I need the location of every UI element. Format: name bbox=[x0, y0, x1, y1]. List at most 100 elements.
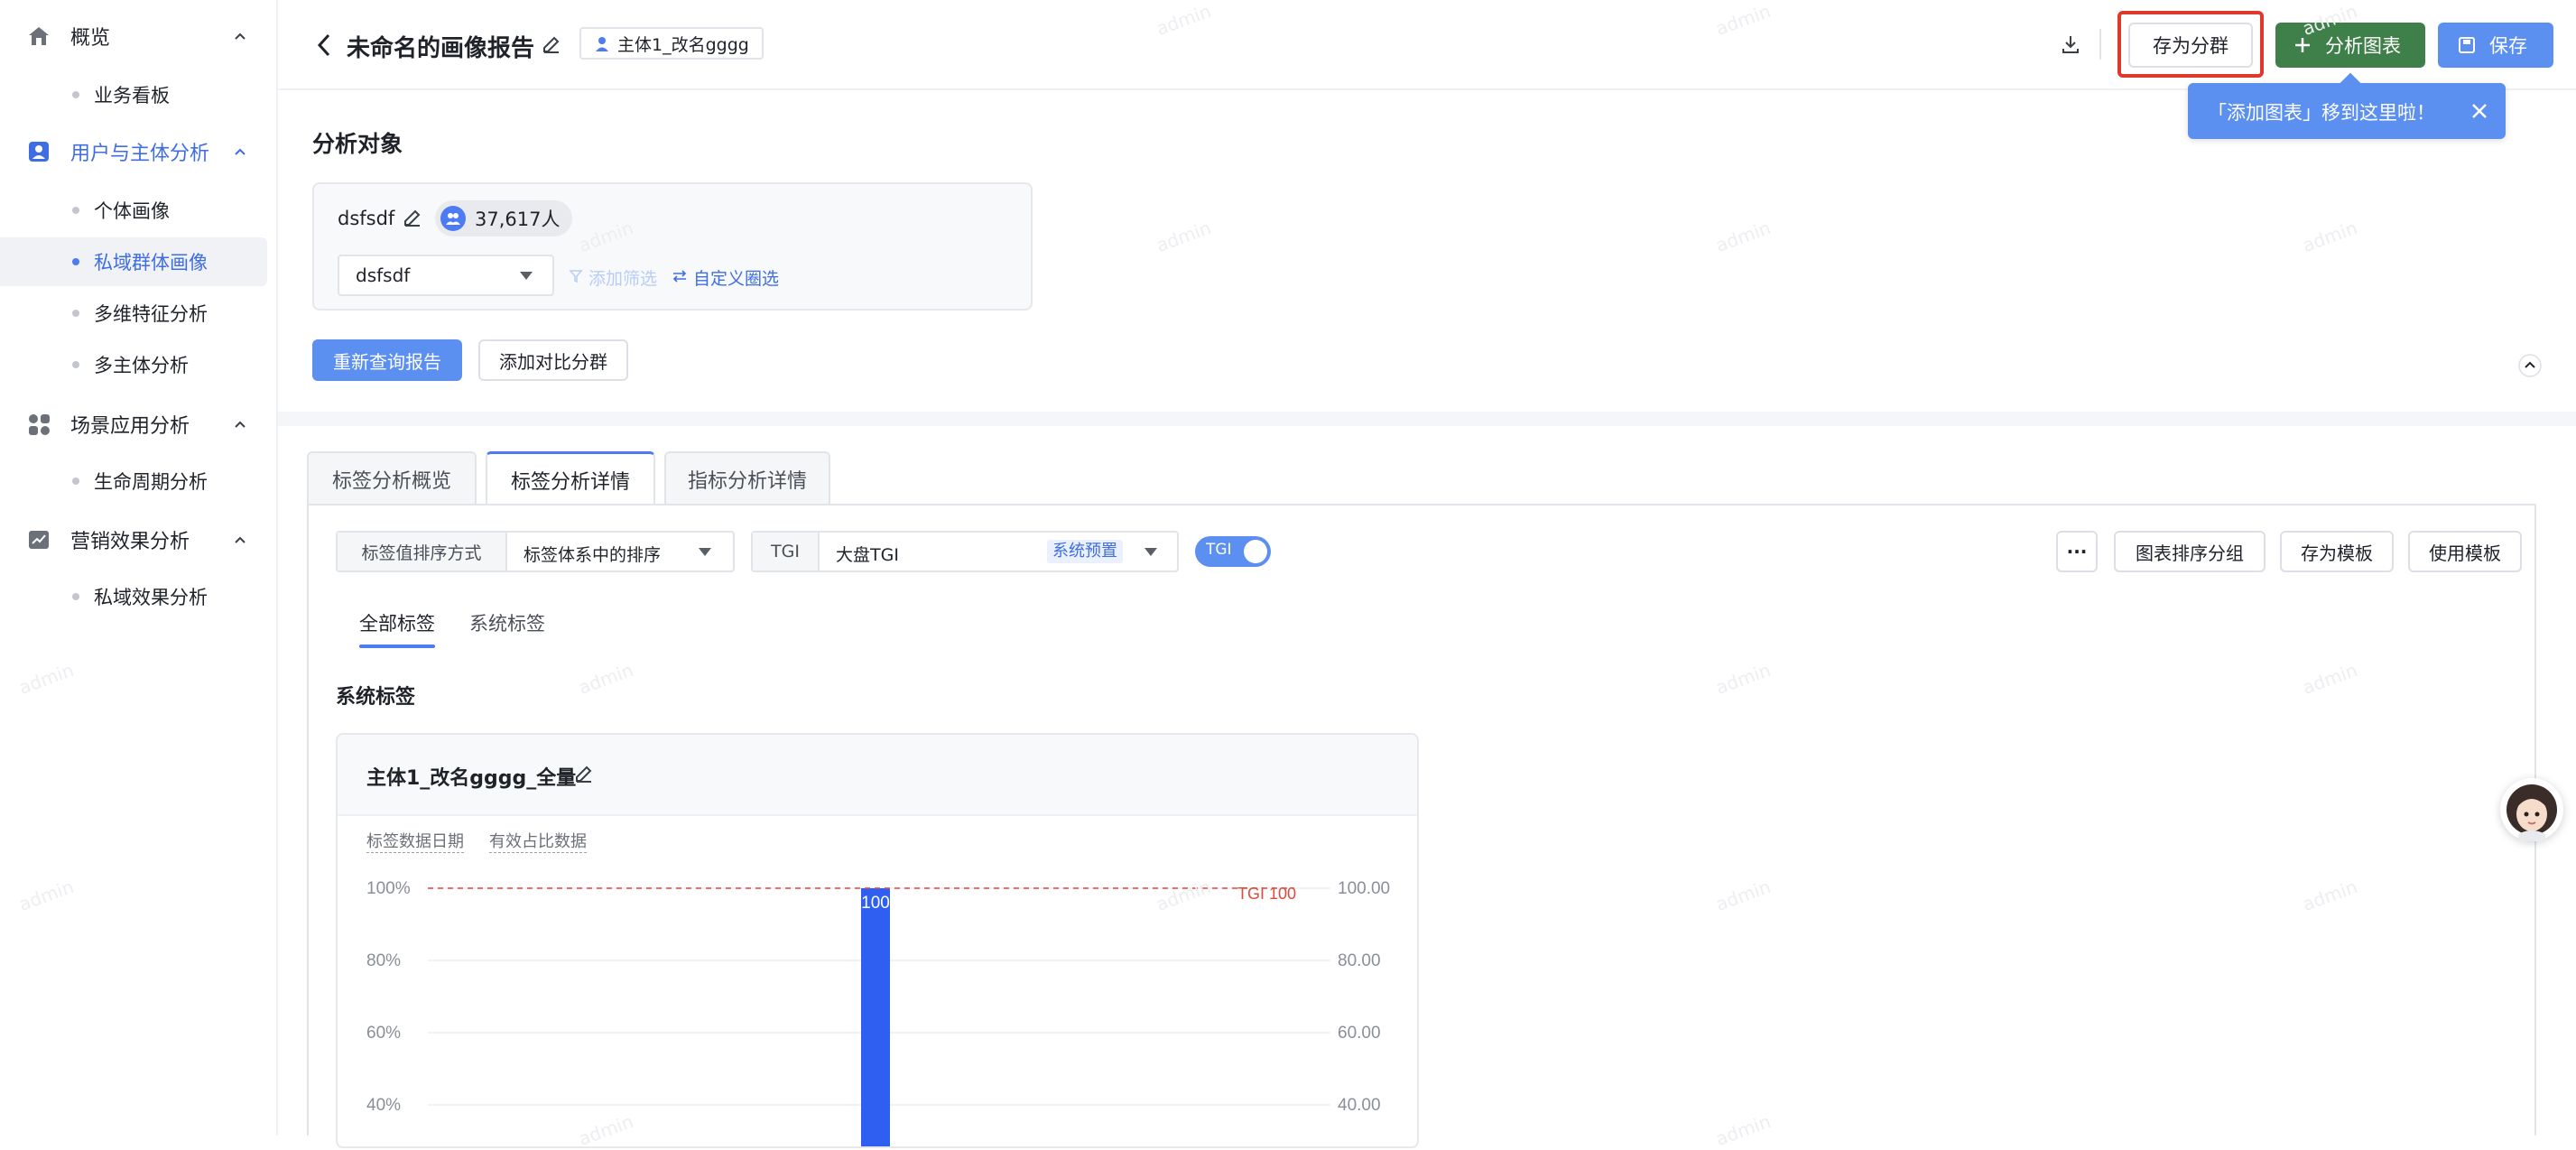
requery-report-button[interactable]: 重新查询报告 bbox=[312, 339, 462, 381]
sidebar-group-marketing[interactable]: 营销效果分析 bbox=[0, 513, 276, 567]
y-axis-tick-label-right: 60.00 bbox=[1338, 1024, 1381, 1043]
sidebar-item-multidim-analysis[interactable]: 多维特征分析 bbox=[0, 289, 267, 338]
tgi-reference-label: TGI 100 bbox=[1237, 885, 1296, 903]
subtab-system-tags[interactable]: 系统标签 bbox=[469, 609, 545, 636]
chevron-up-icon[interactable] bbox=[233, 533, 247, 547]
sidebar-item-dashboard[interactable]: 业务看板 bbox=[0, 70, 267, 119]
y-axis-tick-label-left: 80% bbox=[366, 951, 401, 970]
subtab-all-tags[interactable]: 全部标签 bbox=[359, 609, 435, 636]
valid-ratio-label[interactable]: 有效占比数据 bbox=[489, 829, 587, 853]
assistant-avatar[interactable] bbox=[2500, 778, 2563, 841]
sidebar-group-user-analysis[interactable]: 用户与主体分析 bbox=[0, 125, 276, 179]
save-disk-icon bbox=[2459, 37, 2475, 53]
sidebar-group-label: 营销效果分析 bbox=[70, 531, 190, 553]
sidebar-item-label: 个体画像 bbox=[94, 200, 170, 222]
y-axis-tick-label-right: 40.00 bbox=[1338, 1096, 1381, 1115]
tgi-select-group[interactable]: TGI 大盘TGI 系统预置 bbox=[751, 531, 1179, 572]
sidebar-item-label: 多维特征分析 bbox=[94, 303, 208, 325]
edit-pencil-icon[interactable] bbox=[403, 208, 422, 227]
sidebar-item-multi-subject[interactable]: 多主体分析 bbox=[0, 340, 267, 389]
edit-pencil-icon[interactable] bbox=[574, 764, 594, 784]
home-icon bbox=[25, 23, 52, 50]
grid-apps-icon bbox=[25, 411, 52, 438]
more-options-button[interactable]: ··· bbox=[2056, 531, 2098, 572]
segment-card: dsfsdf 37,617人 dsfsdf 添加筛选 自定义圈选 bbox=[312, 182, 1033, 311]
tag-data-date-label[interactable]: 标签数据日期 bbox=[366, 829, 464, 853]
tab-tag-overview[interactable]: 标签分析概览 bbox=[307, 451, 477, 505]
close-icon[interactable] bbox=[2469, 101, 2489, 121]
tgi-toggle-label: TGI bbox=[1206, 541, 1232, 559]
sidebar-group-label: 场景应用分析 bbox=[70, 415, 190, 438]
section-title-analysis-object: 分析对象 bbox=[312, 131, 403, 157]
back-arrow-icon[interactable] bbox=[316, 32, 332, 58]
bullet-dot bbox=[72, 207, 79, 214]
chevron-up-icon[interactable] bbox=[233, 417, 247, 431]
segment-name: dsfsdf bbox=[338, 208, 395, 229]
chevron-up-icon[interactable] bbox=[233, 29, 247, 43]
save-label: 保存 bbox=[2489, 35, 2527, 57]
toggle-knob bbox=[1244, 540, 1267, 563]
people-count-badge: 37,617人 bbox=[435, 200, 573, 236]
save-template-button[interactable]: 存为模板 bbox=[2280, 531, 2394, 572]
caret-down-icon bbox=[520, 272, 533, 280]
watermark: admin bbox=[2299, 217, 2360, 256]
tgi-toggle[interactable]: TGI bbox=[1195, 536, 1271, 567]
save-as-segment-button[interactable]: 存为分群 bbox=[2128, 23, 2253, 68]
collapse-up-icon[interactable] bbox=[2518, 354, 2542, 377]
edit-pencil-icon[interactable] bbox=[542, 34, 561, 54]
people-count: 37,617人 bbox=[475, 209, 561, 230]
sort-select-group[interactable]: 标签值排序方式 标签体系中的排序 bbox=[336, 531, 735, 572]
filter-icon bbox=[569, 270, 583, 283]
avatar-face-icon bbox=[2507, 784, 2557, 841]
sidebar-group-label: 概览 bbox=[70, 27, 111, 50]
y-axis-tick-label-right: 100.00 bbox=[1338, 879, 1390, 898]
add-filter-link[interactable]: 添加筛选 bbox=[588, 265, 657, 290]
save-button[interactable]: 保存 bbox=[2438, 23, 2553, 68]
y-axis-tick-label-left: 60% bbox=[366, 1024, 401, 1043]
subject-tag-label: 主体1_改名gggg bbox=[617, 34, 749, 55]
tgi-label: TGI bbox=[753, 533, 820, 570]
people-group-icon bbox=[440, 206, 466, 231]
swap-arrows-icon bbox=[672, 270, 687, 283]
bullet-dot bbox=[72, 310, 79, 317]
sidebar-item-private-group-portrait[interactable]: 私域群体画像 bbox=[0, 237, 267, 286]
bullet-dot bbox=[72, 478, 79, 485]
section-separator bbox=[278, 412, 2576, 426]
custom-select-link[interactable]: 自定义圈选 bbox=[693, 265, 779, 290]
chart-title: 主体1_改名gggg_全量 bbox=[366, 767, 577, 790]
segment-select-value: dsfsdf bbox=[356, 264, 411, 286]
y-axis-tick-label-left: 40% bbox=[366, 1096, 401, 1115]
sidebar-item-label: 私域群体画像 bbox=[94, 252, 208, 274]
trend-chart-icon bbox=[25, 526, 52, 553]
chart-sort-group-button[interactable]: 图表排序分组 bbox=[2114, 531, 2266, 572]
use-template-button[interactable]: 使用模板 bbox=[2408, 531, 2522, 572]
sidebar-group-scenario[interactable]: 场景应用分析 bbox=[0, 397, 276, 451]
sidebar-group-overview[interactable]: 概览 bbox=[0, 9, 276, 63]
sidebar-item-lifecycle[interactable]: 生命周期分析 bbox=[0, 457, 267, 505]
y-axis-tick-label-right: 80.00 bbox=[1338, 951, 1381, 970]
analysis-chart-button[interactable]: 分析图表 bbox=[2275, 23, 2425, 68]
sidebar-item-label: 私域效果分析 bbox=[94, 587, 208, 608]
sidebar-group-label: 用户与主体分析 bbox=[70, 143, 210, 165]
bullet-dot bbox=[72, 361, 79, 368]
subtab-active-indicator bbox=[359, 645, 435, 648]
user-card-icon bbox=[25, 138, 52, 165]
tooltip-popover: 「添加图表」移到这里啦！ bbox=[2188, 72, 2506, 139]
chart-card: 主体1_改名gggg_全量 标签数据日期 有效占比数据 100% 80% 60% 40… bbox=[336, 733, 1419, 1148]
sidebar-item-label: 多主体分析 bbox=[94, 355, 189, 376]
system-preset-badge: 系统预置 bbox=[1047, 540, 1123, 563]
add-compare-segment-button[interactable]: 添加对比分群 bbox=[478, 339, 628, 381]
tab-metric-detail[interactable]: 指标分析详情 bbox=[664, 451, 830, 505]
download-icon[interactable] bbox=[2061, 33, 2080, 55]
segment-select[interactable]: dsfsdf bbox=[338, 255, 554, 296]
sort-label: 标签值排序方式 bbox=[338, 533, 507, 570]
sidebar-item-private-effect[interactable]: 私域效果分析 bbox=[0, 572, 267, 621]
tab-tag-detail[interactable]: 标签分析详情 bbox=[486, 451, 655, 505]
chevron-up-icon[interactable] bbox=[233, 144, 247, 159]
tooltip-text: 「添加图表」移到这里啦！ bbox=[2208, 102, 2435, 124]
section-title-system-tags: 系统标签 bbox=[336, 686, 416, 709]
watermark: admin bbox=[1712, 217, 1774, 256]
sidebar-item-individual-portrait[interactable]: 个体画像 bbox=[0, 186, 267, 235]
sort-value: 标签体系中的排序 bbox=[524, 545, 662, 565]
subject-tag[interactable]: 主体1_改名gggg bbox=[579, 27, 764, 60]
